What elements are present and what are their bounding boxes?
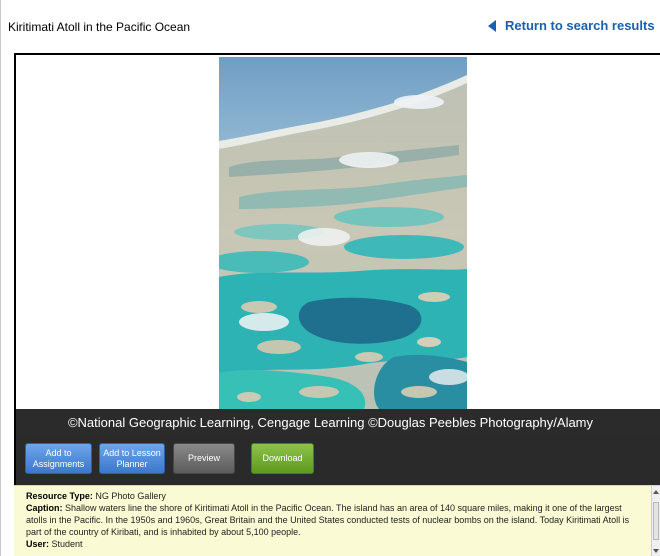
preview-button[interactable]: Preview (173, 443, 235, 474)
resource-type-value: NG Photo Gallery (95, 491, 166, 501)
back-arrow-icon (488, 19, 496, 32)
title-bar: Kiritimati Atoll in the Pacific Ocean Re… (1, 0, 660, 52)
image-viewer: ©National Geographic Learning, Cengage L… (14, 53, 660, 485)
scroll-thumb[interactable] (653, 502, 659, 540)
scroll-up-icon[interactable] (653, 490, 659, 494)
resource-type-row: Resource Type: NG Photo Gallery (26, 490, 644, 502)
page-title: Kiritimati Atoll in the Pacific Ocean (8, 20, 191, 34)
user-value: Student (51, 539, 83, 549)
return-link-label: Return to search results (505, 18, 655, 33)
details-scrollbar[interactable] (651, 486, 660, 556)
user-row: User: Student (26, 538, 644, 550)
scroll-down-icon[interactable] (653, 549, 659, 553)
resource-viewer-window: Kiritimati Atoll in the Pacific Ocean Re… (0, 0, 660, 556)
action-toolbar: Add to Assignments Add to Lesson Planner… (16, 435, 660, 485)
details-text: Resource Type: NG Photo Gallery Caption:… (26, 490, 644, 550)
resource-details-panel: Resource Type: NG Photo Gallery Caption:… (14, 485, 660, 556)
caption-row: Caption: Shallow waters line the shore o… (26, 502, 644, 538)
user-label: User: (26, 539, 50, 549)
return-to-search-link[interactable]: Return to search results (488, 18, 655, 33)
caption-label: Caption: (26, 503, 63, 513)
add-to-lesson-planner-button[interactable]: Add to Lesson Planner (99, 443, 165, 474)
photo-credit: ©National Geographic Learning, Cengage L… (16, 409, 660, 435)
resource-type-label: Resource Type: (26, 491, 93, 501)
atoll-photo-image (219, 57, 467, 409)
caption-value: Shallow waters line the shore of Kiritim… (26, 503, 630, 537)
download-button[interactable]: Download (251, 443, 314, 474)
add-to-assignments-button[interactable]: Add to Assignments (25, 443, 92, 474)
aerial-atoll-photo[interactable] (219, 57, 467, 409)
image-area (16, 55, 660, 409)
